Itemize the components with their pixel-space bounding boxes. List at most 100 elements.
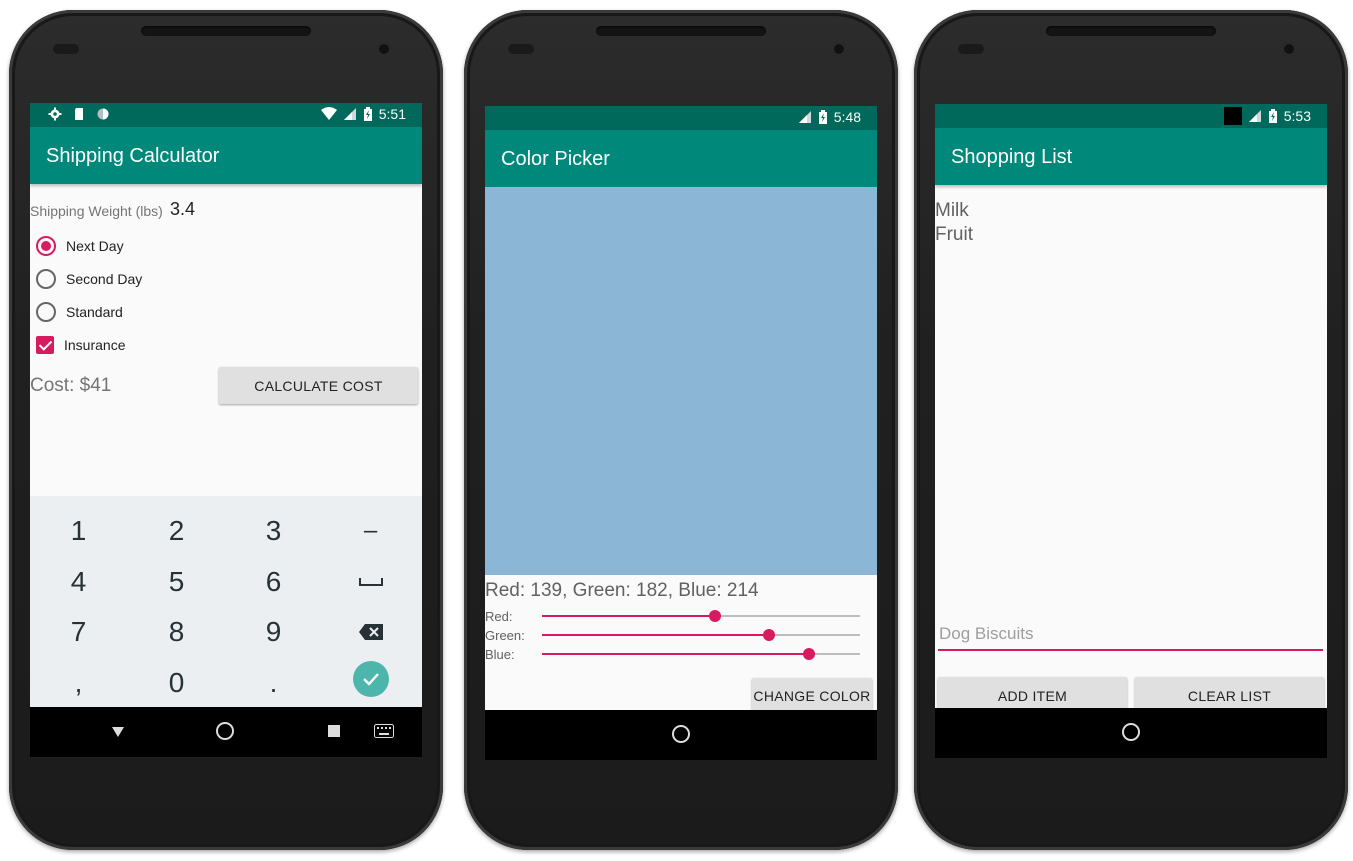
insurance-checkbox[interactable]: Insurance	[36, 332, 125, 358]
key-7[interactable]: 7	[30, 606, 127, 657]
wifi-icon	[320, 107, 337, 120]
radio-button-icon	[36, 236, 56, 256]
battery-charging-icon	[818, 110, 827, 124]
red-slider-label: Red:	[485, 609, 513, 624]
slider-fill	[542, 634, 769, 636]
app-title: Shipping Calculator	[46, 145, 220, 167]
key-3[interactable]: 3	[225, 505, 322, 556]
battery-charging-icon	[363, 107, 372, 121]
space-icon	[358, 577, 383, 586]
green-slider[interactable]	[542, 629, 860, 641]
battery-charging-icon	[1268, 109, 1277, 123]
front-camera	[1282, 42, 1296, 56]
home-circle-icon[interactable]	[672, 725, 690, 743]
key-space[interactable]	[322, 556, 419, 607]
app-bar: Shopping List	[935, 128, 1327, 185]
speaker-grille	[1046, 26, 1216, 36]
slider-fill	[542, 653, 809, 655]
radio-next-day[interactable]: Next Day	[36, 233, 124, 259]
app-bar: Shipping Calculator	[30, 127, 422, 184]
speaker-grille	[596, 26, 766, 36]
radio-button-icon	[36, 269, 56, 289]
front-camera	[832, 42, 846, 56]
sync-circle-icon	[97, 108, 109, 120]
status-time: 5:48	[833, 109, 861, 125]
key-1[interactable]: 1	[30, 505, 127, 556]
radio-second-day[interactable]: Second Day	[36, 266, 142, 292]
key-done[interactable]	[322, 653, 419, 704]
proximity-sensor	[958, 44, 984, 54]
numeric-keypad: 1 2 3 – 4 5 6 7 8 9 , 0 .	[30, 496, 422, 708]
slider-thumb[interactable]	[709, 610, 722, 622]
slider-fill	[542, 615, 716, 617]
speaker-grille	[141, 26, 311, 36]
phone-shipping: 5:51 Shipping Calculator Shipping Weight…	[9, 10, 443, 850]
color-preview	[485, 187, 877, 575]
status-time: 5:53	[1283, 108, 1311, 124]
key-5[interactable]: 5	[128, 556, 225, 607]
recents-square-icon[interactable]	[328, 725, 340, 737]
radio-label: Next Day	[66, 238, 124, 254]
proximity-sensor	[53, 44, 79, 54]
radio-standard[interactable]: Standard	[36, 299, 123, 325]
calculate-cost-button[interactable]: CALCULATE COST	[219, 367, 418, 404]
screen-colorpicker: 5:48 Color Picker Red: 139, Green: 182, …	[485, 106, 877, 760]
app-bar: Color Picker	[485, 130, 877, 187]
phone-colorpicker: 5:48 Color Picker Red: 139, Green: 182, …	[464, 10, 898, 850]
app-title: Shopping List	[951, 146, 1073, 168]
signal-icon	[343, 108, 356, 120]
phone-shopping: 5:53 Shopping List Milk Fruit ADD ITEM C…	[914, 10, 1348, 850]
backspace-icon	[358, 623, 383, 640]
key-2[interactable]: 2	[128, 505, 225, 556]
key-6[interactable]: 6	[225, 556, 322, 607]
key-comma[interactable]: ,	[30, 657, 127, 708]
red-slider[interactable]	[542, 610, 860, 622]
front-camera	[377, 42, 391, 56]
radio-label: Second Day	[66, 271, 143, 287]
nav-bar	[935, 708, 1327, 758]
status-time: 5:51	[378, 106, 406, 122]
home-circle-icon[interactable]	[1122, 723, 1140, 741]
radio-label: Standard	[66, 304, 123, 320]
key-4[interactable]: 4	[30, 556, 127, 607]
cost-result: Cost: $41	[30, 375, 112, 396]
blue-slider[interactable]	[542, 648, 860, 660]
key-backspace[interactable]	[322, 606, 419, 657]
home-circle-icon[interactable]	[216, 722, 234, 740]
back-triangle-icon[interactable]	[111, 726, 125, 738]
blue-slider-label: Blue:	[485, 647, 515, 662]
checkbox-checked-icon	[36, 336, 54, 354]
change-color-button[interactable]: CHANGE COLOR	[752, 678, 872, 714]
radio-button-icon	[36, 302, 56, 322]
key-9[interactable]: 9	[225, 606, 322, 657]
slider-thumb[interactable]	[762, 629, 775, 641]
list-item: Milk	[935, 200, 969, 221]
app-title: Color Picker	[501, 148, 610, 170]
rgb-readout: Red: 139, Green: 182, Blue: 214	[485, 580, 759, 601]
signal-icon	[1248, 110, 1261, 122]
item-input[interactable]	[939, 624, 1319, 644]
keyboard-switch-icon[interactable]	[374, 724, 394, 738]
signal-icon	[798, 111, 811, 123]
slider-thumb[interactable]	[802, 648, 815, 660]
screen-shipping: 5:51 Shipping Calculator Shipping Weight…	[30, 103, 422, 757]
key-minus[interactable]: –	[322, 505, 419, 556]
status-bar: 5:53	[935, 104, 1327, 128]
status-bar: 5:48	[485, 106, 877, 130]
key-period[interactable]: .	[225, 657, 322, 708]
weight-label: Shipping Weight (lbs)	[30, 203, 163, 219]
notification-square-icon	[1223, 107, 1242, 125]
done-check-icon	[352, 660, 389, 697]
key-0[interactable]: 0	[128, 657, 225, 708]
weight-input[interactable]: 3.4	[170, 199, 195, 220]
list-item: Fruit	[935, 224, 973, 245]
proximity-sensor	[508, 44, 534, 54]
settings-gear-icon	[48, 107, 62, 121]
screen-shopping: 5:53 Shopping List Milk Fruit ADD ITEM C…	[935, 104, 1327, 758]
nav-bar	[485, 710, 877, 760]
green-slider-label: Green:	[485, 628, 525, 643]
nav-bar	[30, 707, 422, 757]
checkbox-label: Insurance	[64, 337, 126, 353]
key-8[interactable]: 8	[128, 606, 225, 657]
sd-card-icon	[75, 108, 83, 120]
